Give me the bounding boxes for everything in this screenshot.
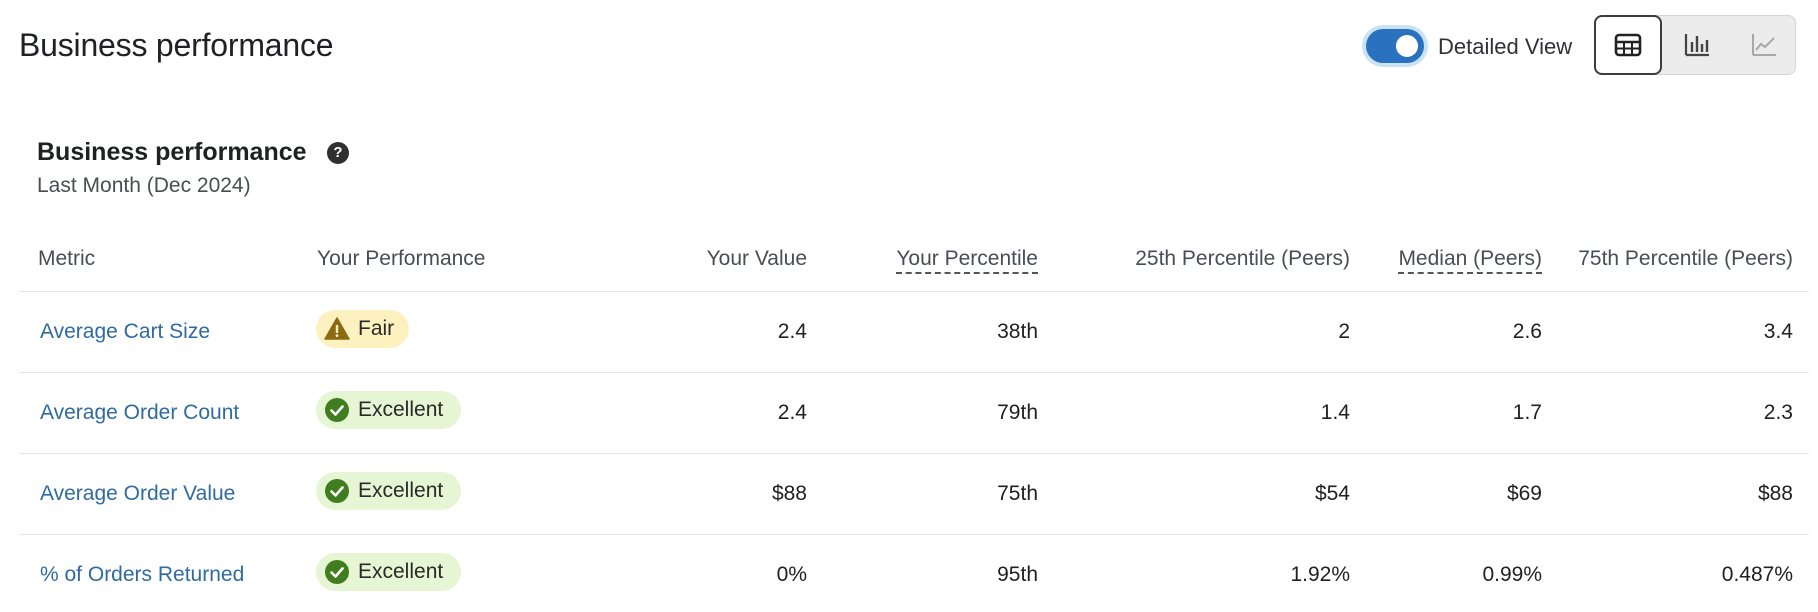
metric-link[interactable]: Average Cart Size bbox=[40, 320, 210, 344]
status-badge: Excellent bbox=[316, 553, 461, 591]
detailed-view-label[interactable]: Detailed View bbox=[1438, 34, 1572, 60]
page: Business performance Detailed View Busin… bbox=[0, 0, 1818, 612]
status-label: Excellent bbox=[358, 560, 444, 583]
warning-icon bbox=[324, 317, 350, 340]
table-view-button[interactable] bbox=[1594, 15, 1662, 75]
status-label: Excellent bbox=[358, 398, 444, 421]
table-row: Average Order Value Excellent $88 75th $… bbox=[19, 454, 1809, 535]
column-header-metric: Metric bbox=[38, 247, 96, 270]
your-value: 2.4 bbox=[777, 401, 807, 424]
metric-link[interactable]: Average Order Count bbox=[40, 401, 239, 425]
line-chart-view-button[interactable] bbox=[1730, 15, 1798, 75]
help-icon[interactable]: ? bbox=[327, 142, 349, 164]
section-title: Business performance bbox=[37, 138, 307, 166]
check-circle-icon bbox=[325, 479, 349, 503]
your-percentile: 95th bbox=[997, 563, 1038, 586]
peer-median: 0.99% bbox=[1482, 563, 1542, 586]
status-label: Excellent bbox=[358, 479, 444, 502]
detailed-view-toggle[interactable] bbox=[1362, 25, 1428, 67]
peer-75th-percentile: 3.4 bbox=[1763, 320, 1793, 343]
your-percentile: 79th bbox=[997, 401, 1038, 424]
check-circle-icon bbox=[325, 398, 349, 422]
peer-25th-percentile: $54 bbox=[1314, 482, 1350, 505]
peer-median: $69 bbox=[1506, 482, 1542, 505]
peer-median: 1.7 bbox=[1512, 401, 1542, 424]
your-value: 0% bbox=[776, 563, 807, 586]
status-badge: Excellent bbox=[316, 391, 461, 429]
peer-median: 2.6 bbox=[1512, 320, 1542, 343]
your-percentile: 75th bbox=[997, 482, 1038, 505]
column-header-your-performance: Your Performance bbox=[317, 247, 486, 270]
view-switcher bbox=[1594, 15, 1796, 75]
peer-75th-percentile: 0.487% bbox=[1721, 563, 1793, 586]
bar-chart-icon bbox=[1684, 34, 1709, 57]
status-badge: Fair bbox=[316, 310, 409, 348]
line-chart-icon bbox=[1752, 34, 1776, 56]
peer-75th-percentile: $88 bbox=[1757, 482, 1793, 505]
column-header-75th-percentile: 75th Percentile (Peers) bbox=[1578, 247, 1793, 270]
status-label: Fair bbox=[358, 317, 395, 340]
table-header: Metric Your Performance Your Value Your … bbox=[19, 237, 1809, 292]
performance-table: Metric Your Performance Your Value Your … bbox=[19, 237, 1809, 612]
your-value: $88 bbox=[771, 482, 807, 505]
metric-link[interactable]: % of Orders Returned bbox=[40, 563, 244, 587]
bar-chart-view-button[interactable] bbox=[1663, 15, 1731, 75]
column-header-your-value: Your Value bbox=[706, 247, 807, 270]
check-circle-icon bbox=[325, 560, 349, 584]
table-row: Average Order Count Excellent 2.4 79th 1… bbox=[19, 373, 1809, 454]
status-badge: Excellent bbox=[316, 472, 461, 510]
your-value: 2.4 bbox=[777, 320, 807, 343]
table-row: % of Orders Returned Excellent 0% 95th 1… bbox=[19, 535, 1809, 612]
peer-75th-percentile: 2.3 bbox=[1763, 401, 1793, 424]
section-subtitle: Last Month (Dec 2024) bbox=[37, 174, 251, 197]
table-icon bbox=[1614, 33, 1642, 57]
toggle-track bbox=[1366, 29, 1424, 63]
column-header-25th-percentile: 25th Percentile (Peers) bbox=[1135, 247, 1350, 270]
column-header-your-percentile[interactable]: Your Percentile bbox=[896, 247, 1038, 274]
your-percentile: 38th bbox=[997, 320, 1038, 343]
table-row: Average Cart Size Fair 2.4 38th 2 2.6 3.… bbox=[19, 292, 1809, 373]
peer-25th-percentile: 1.92% bbox=[1290, 563, 1350, 586]
peer-25th-percentile: 1.4 bbox=[1320, 401, 1350, 424]
metric-link[interactable]: Average Order Value bbox=[40, 482, 235, 506]
column-header-median[interactable]: Median (Peers) bbox=[1398, 247, 1542, 274]
peer-25th-percentile: 2 bbox=[1338, 320, 1350, 343]
page-title: Business performance bbox=[19, 27, 334, 63]
toggle-knob bbox=[1396, 35, 1418, 57]
